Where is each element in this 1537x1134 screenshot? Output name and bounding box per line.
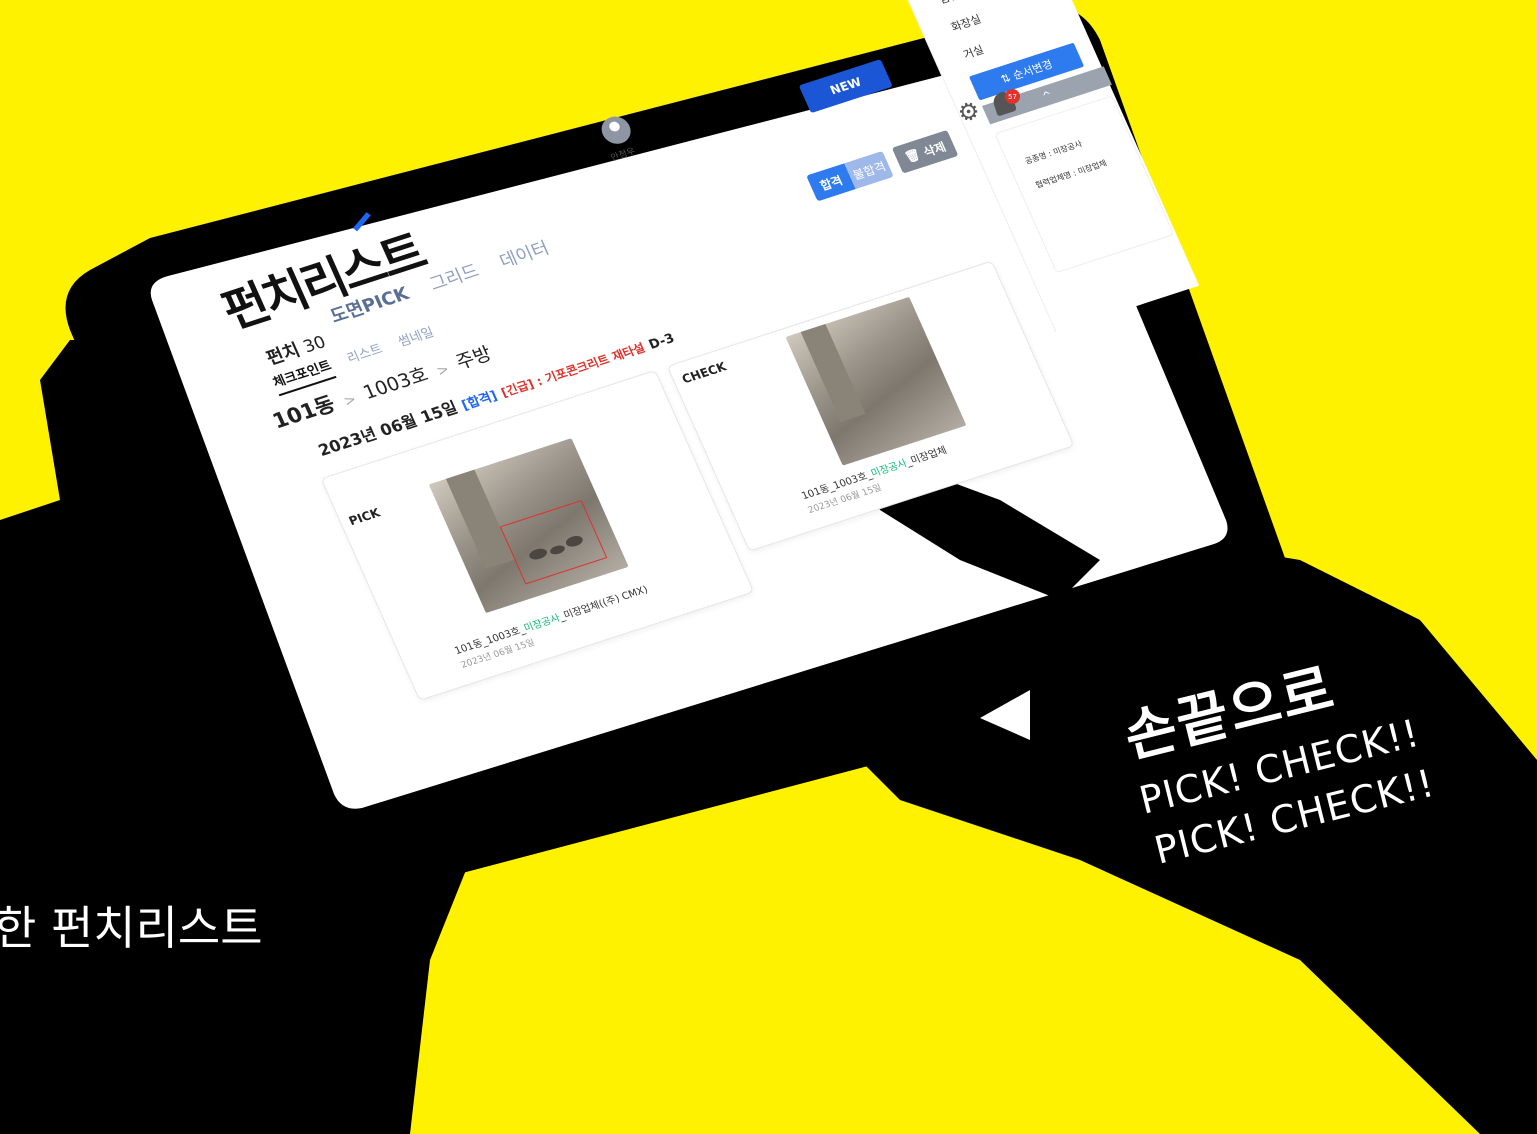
d-day-counter: D-3 xyxy=(646,331,678,353)
notification-badge: 57 xyxy=(1005,89,1020,104)
breadcrumb-building[interactable]: 101동 xyxy=(269,392,339,434)
status-badge: [합격] xyxy=(459,388,500,414)
room-item-bedroom[interactable]: 침실 xyxy=(936,0,962,7)
tagline: 한 펀치리스트 xyxy=(0,901,263,955)
defect-marker xyxy=(499,499,608,585)
delete-button[interactable]: 🗑 삭제 xyxy=(891,129,959,174)
check-photo[interactable] xyxy=(785,296,967,466)
check-label: CHECK xyxy=(679,359,729,387)
tab-grid[interactable]: 그리드 xyxy=(425,257,483,296)
tab-thumbnail[interactable]: 썸네일 xyxy=(395,321,439,355)
chevron-right-icon: > xyxy=(341,391,359,410)
pick-photo[interactable] xyxy=(428,438,629,614)
punch-count: 30 xyxy=(300,332,330,358)
partner-info: 협력업체명 : 미장업체 xyxy=(1034,158,1109,190)
breadcrumb-room[interactable]: 주방 xyxy=(453,343,495,374)
breadcrumb-unit[interactable]: 1003호 xyxy=(360,363,432,404)
room-item-bathroom[interactable]: 화장실 xyxy=(948,11,983,35)
user-name: 안정우 xyxy=(609,146,638,164)
trade-info: 공종명 : 미장공사 xyxy=(1023,139,1084,166)
pick-label: PICK xyxy=(346,505,383,529)
room-item-livingroom[interactable]: 거실 xyxy=(960,42,986,63)
tab-list[interactable]: 리스트 xyxy=(343,338,387,372)
tab-data[interactable]: 데이터 xyxy=(495,234,553,273)
chevron-right-icon: > xyxy=(434,361,452,380)
trade-info-box: 공종명 : 미장공사 협력업체명 : 미장업체 xyxy=(994,95,1175,274)
